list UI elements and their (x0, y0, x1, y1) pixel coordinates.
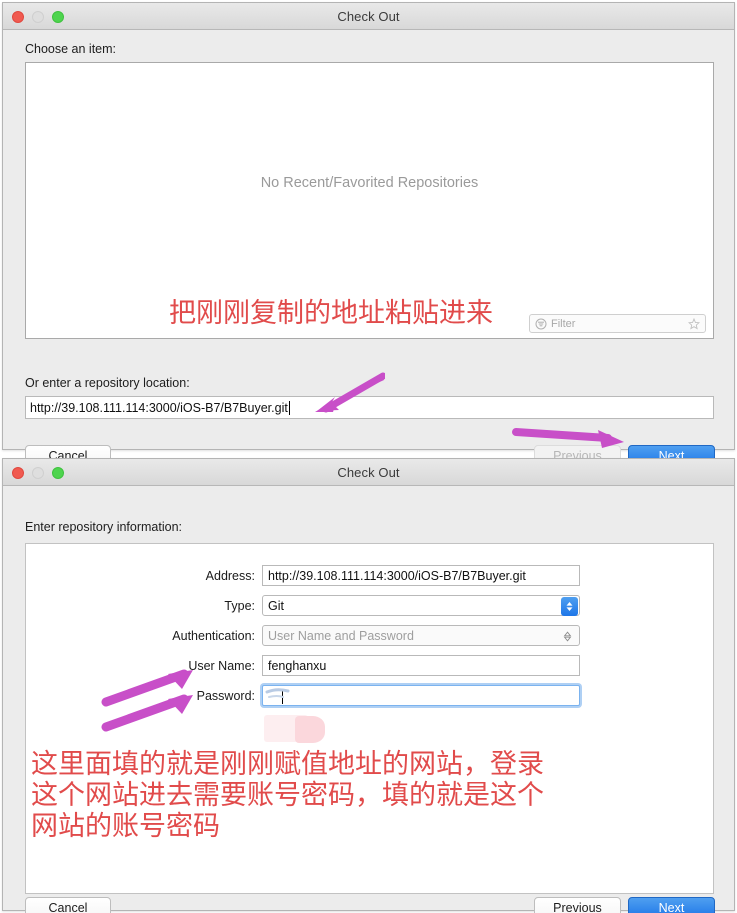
filter-icon (535, 318, 547, 330)
traffic-lights-step2 (12, 467, 64, 479)
next-button-step2[interactable]: Next (628, 897, 715, 913)
star-icon[interactable] (688, 317, 700, 330)
checkout-window-step1: Check Out Choose an item: No Recent/Favo… (2, 2, 735, 467)
repository-location-input[interactable]: http://39.108.111.114:3000/iOS-B7/B7Buye… (25, 396, 714, 419)
titlebar-step1[interactable]: Check Out (3, 3, 734, 30)
authentication-value: User Name and Password (268, 628, 414, 643)
window1-content: Choose an item: No Recent/Favorited Repo… (3, 30, 734, 467)
chevron-updown-icon[interactable] (559, 627, 576, 646)
annotation-paste-address: 把刚刚复制的地址粘贴进来 (169, 298, 493, 329)
form-row-password: Password: (26, 685, 586, 706)
zoom-button[interactable] (52, 11, 64, 23)
checkout-window-step2: Check Out Enter repository information: … (2, 458, 735, 913)
authentication-dropdown[interactable]: User Name and Password (262, 625, 580, 646)
zoom-button[interactable] (52, 467, 64, 479)
minimize-button[interactable] (32, 11, 44, 23)
window2-content: Enter repository information: Address: h… (3, 486, 734, 913)
address-label: Address: (205, 568, 255, 583)
form-row-authentication: Authentication: User Name and Password (26, 625, 586, 646)
titlebar-step2[interactable]: Check Out (3, 459, 734, 486)
annotation-highlight-pink (295, 716, 325, 743)
username-value: fenghanxu (268, 658, 327, 673)
close-button[interactable] (12, 467, 24, 479)
enter-repository-info-label: Enter repository information: (25, 520, 183, 534)
close-button[interactable] (12, 11, 24, 23)
form-row-username: User Name: fenghanxu (26, 655, 586, 676)
annotation-password-explanation: 这里面填的就是刚刚赋值地址的网站，登录 这个网站进去需要账号密码，填的就是这个 … (31, 749, 544, 842)
form-row-address: Address: http://39.108.111.114:3000/iOS-… (26, 565, 586, 586)
text-caret (288, 400, 290, 415)
minimize-button[interactable] (32, 467, 44, 479)
filter-field[interactable]: Filter (529, 314, 706, 333)
previous-button-step2[interactable]: Previous (534, 897, 621, 913)
authentication-label: Authentication: (172, 628, 255, 643)
password-field[interactable] (262, 685, 580, 706)
window-title: Check Out (337, 8, 400, 24)
username-label: User Name: (188, 658, 255, 673)
empty-repositories-message: No Recent/Favorited Repositories (260, 175, 479, 191)
address-value: http://39.108.111.114:3000/iOS-B7/B7Buye… (268, 568, 526, 583)
repository-location-value: http://39.108.111.114:3000/iOS-B7/B7Buye… (30, 400, 288, 415)
screenshot-root: Check Out Choose an item: No Recent/Favo… (0, 0, 737, 913)
chevron-updown-icon[interactable] (561, 597, 578, 616)
cancel-button-step2[interactable]: Cancel (25, 897, 111, 913)
annotation-scribble (265, 686, 291, 709)
traffic-lights-step1 (12, 11, 64, 23)
password-label: Password: (196, 688, 255, 703)
repository-location-label: Or enter a repository location: (25, 376, 190, 390)
filter-placeholder: Filter (551, 317, 576, 330)
username-field[interactable]: fenghanxu (262, 655, 580, 676)
window-title: Check Out (337, 464, 400, 480)
type-dropdown[interactable]: Git (262, 595, 580, 616)
repository-info-panel: Address: http://39.108.111.114:3000/iOS-… (25, 543, 714, 894)
address-field[interactable]: http://39.108.111.114:3000/iOS-B7/B7Buye… (262, 565, 580, 586)
choose-item-label: Choose an item: (25, 42, 117, 56)
type-value: Git (268, 598, 284, 613)
form-row-type: Type: Git (26, 595, 586, 616)
type-label: Type: (224, 598, 255, 613)
